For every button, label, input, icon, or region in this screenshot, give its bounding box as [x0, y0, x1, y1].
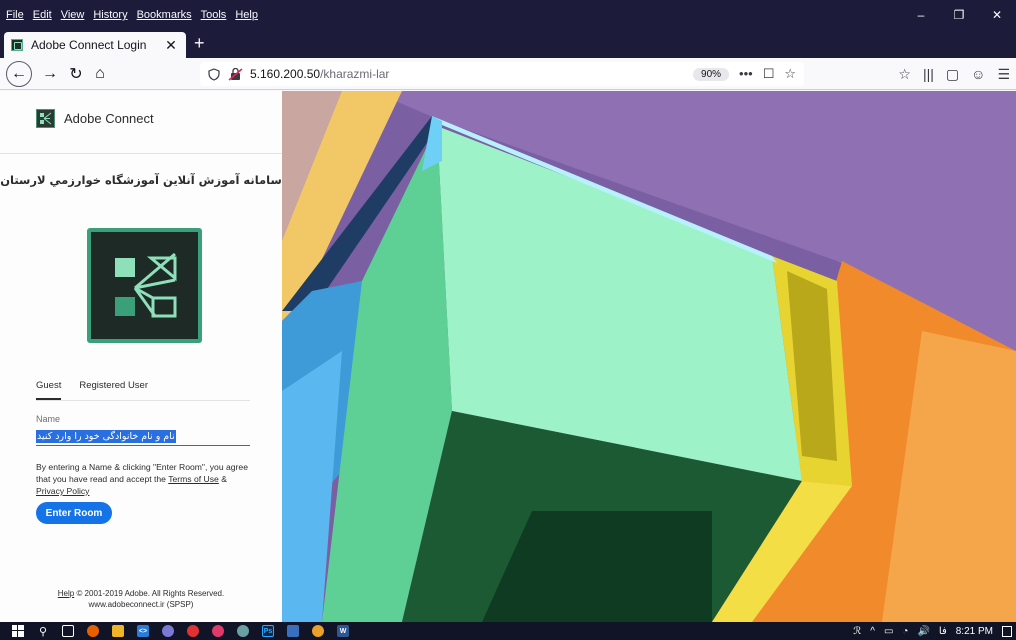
menu-history[interactable]: History: [93, 9, 127, 21]
system-tray: ℛ ^ ▭ ◔ 🔊 فا 8:21 PM: [853, 622, 1012, 640]
room-title: سامانه آموزش آنلاین آموزشگاه خوارزمي لار…: [0, 173, 282, 187]
login-panel: Adobe Connect سامانه آموزش آنلاین آموزشگ…: [0, 91, 282, 622]
nav-toolbar: ← → ↻ ⌂ 5.160.200.50/kharazmi-lar 90% ••…: [0, 58, 1016, 90]
clock[interactable]: 8:21 PM: [956, 626, 993, 637]
paint-icon[interactable]: [162, 625, 174, 637]
photoshop-icon[interactable]: Ps: [262, 625, 274, 637]
menu-tools[interactable]: Tools: [201, 9, 227, 21]
tab-guest[interactable]: Guest: [36, 380, 62, 400]
url-bar[interactable]: 5.160.200.50/kharazmi-lar 90% ••• ☐ ☆: [200, 62, 804, 86]
firefox-icon[interactable]: [87, 625, 99, 637]
url-host: 5.160.200.50: [250, 67, 321, 81]
name-input-value: نام و نام خانوادگی خود را وارد کنید: [36, 430, 176, 443]
name-label: Name: [36, 414, 61, 424]
copyright-text: © 2001-2019 Adobe. All Rights Reserved.: [74, 589, 225, 598]
chevron-up-icon[interactable]: ^: [870, 626, 875, 637]
privacy-policy-link[interactable]: Privacy Policy: [36, 486, 89, 496]
menu-edit[interactable]: Edit: [33, 9, 52, 21]
help-link[interactable]: Help: [58, 589, 74, 598]
pocket-icon[interactable]: ☐: [763, 66, 775, 82]
bookmark-star-icon[interactable]: ☆: [784, 66, 796, 82]
tracking-shield-icon[interactable]: [208, 67, 220, 81]
brand: Adobe Connect: [36, 109, 154, 128]
windows-taskbar: ⚲ <> Ps W ℛ ^ ▭ ◔ 🔊 فا 8:21 PM: [0, 622, 1016, 640]
search-icon[interactable]: ⚲: [37, 625, 49, 638]
windows-start-icon[interactable]: [12, 625, 24, 637]
url-path: /kharazmi-lar: [320, 67, 390, 81]
menu-bar: File Edit View History Bookmarks Tools H…: [6, 9, 258, 21]
code-editor-icon[interactable]: <>: [137, 625, 149, 637]
file-explorer-icon[interactable]: [112, 625, 124, 637]
tab-title: Adobe Connect Login: [31, 38, 147, 52]
new-tab-button[interactable]: +: [194, 33, 205, 54]
battery-icon[interactable]: ▭: [884, 626, 893, 637]
footer-site: www.adobeconnect.ir (SPSP): [88, 600, 194, 609]
reload-button[interactable]: ↻: [64, 62, 88, 86]
adobe-connect-favicon-icon: [11, 39, 23, 51]
agreement-text: By entering a Name & clicking "Enter Roo…: [36, 461, 256, 497]
page-actions-icon[interactable]: •••: [739, 66, 753, 82]
page-content: Adobe Connect سامانه آموزش آنلاین آموزشگ…: [0, 91, 1016, 622]
zoom-level-badge[interactable]: 90%: [693, 67, 730, 81]
enter-room-button[interactable]: Enter Room: [36, 502, 112, 524]
tab-adobe-connect[interactable]: Adobe Connect Login ✕: [4, 32, 186, 58]
terms-of-use-link[interactable]: Terms of Use: [168, 474, 219, 484]
menu-file[interactable]: File: [6, 9, 24, 21]
divider: [0, 153, 282, 154]
menu-help[interactable]: Help: [235, 9, 258, 21]
restore-button[interactable]: ❐: [940, 0, 978, 30]
insecure-lock-icon[interactable]: [228, 67, 244, 81]
url-text[interactable]: 5.160.200.50/kharazmi-lar: [250, 67, 693, 81]
wifi-icon[interactable]: ◔: [902, 626, 908, 637]
tab-registered-user[interactable]: Registered User: [79, 380, 148, 400]
sidebar-icon[interactable]: ▢: [946, 66, 959, 83]
tab-close-icon[interactable]: ✕: [163, 37, 179, 54]
reading-list-icon[interactable]: ☆: [898, 66, 911, 83]
tabs-divider: [36, 400, 250, 401]
chrome-icon[interactable]: [312, 625, 324, 637]
login-tabs: Guest Registered User: [36, 380, 148, 400]
app-menu-icon[interactable]: ☰: [997, 66, 1010, 83]
tab-strip: Adobe Connect Login ✕ +: [0, 30, 1016, 58]
footer: Help © 2001-2019 Adobe. All Rights Reser…: [0, 588, 282, 610]
opera-icon[interactable]: [187, 625, 199, 637]
back-button[interactable]: ←: [6, 61, 32, 87]
title-bar: File Edit View History Bookmarks Tools H…: [0, 0, 1016, 30]
minimize-button[interactable]: –: [902, 0, 940, 30]
sheet-icon[interactable]: [287, 625, 299, 637]
app-icon[interactable]: [212, 625, 224, 637]
account-icon[interactable]: ☺: [971, 66, 985, 82]
amp-text: &: [218, 474, 227, 484]
adobe-connect-large-logo-icon: [87, 228, 202, 343]
menu-bookmarks[interactable]: Bookmarks: [137, 9, 192, 21]
tool-icon[interactable]: [237, 625, 249, 637]
adobe-connect-logo-icon: [36, 109, 55, 128]
background-artwork: [282, 91, 1016, 622]
word-icon[interactable]: W: [337, 625, 349, 637]
close-window-button[interactable]: ✕: [978, 0, 1016, 30]
notifications-icon[interactable]: [1002, 625, 1012, 637]
toolbar-right-icons: ☆ ||| ▢ ☺ ☰: [898, 62, 1010, 86]
window-controls: – ❐ ✕: [902, 0, 1016, 30]
language-indicator[interactable]: فا: [939, 626, 947, 637]
forward-button[interactable]: →: [38, 62, 62, 86]
name-input[interactable]: نام و نام خانوادگی خود را وارد کنید: [36, 428, 250, 446]
task-view-icon[interactable]: [62, 625, 74, 637]
library-icon[interactable]: |||: [923, 66, 934, 82]
people-icon[interactable]: ℛ: [853, 626, 861, 637]
brand-name: Adobe Connect: [64, 111, 154, 126]
volume-icon[interactable]: 🔊: [917, 626, 929, 637]
home-button[interactable]: ⌂: [88, 62, 112, 86]
menu-view[interactable]: View: [61, 9, 85, 21]
